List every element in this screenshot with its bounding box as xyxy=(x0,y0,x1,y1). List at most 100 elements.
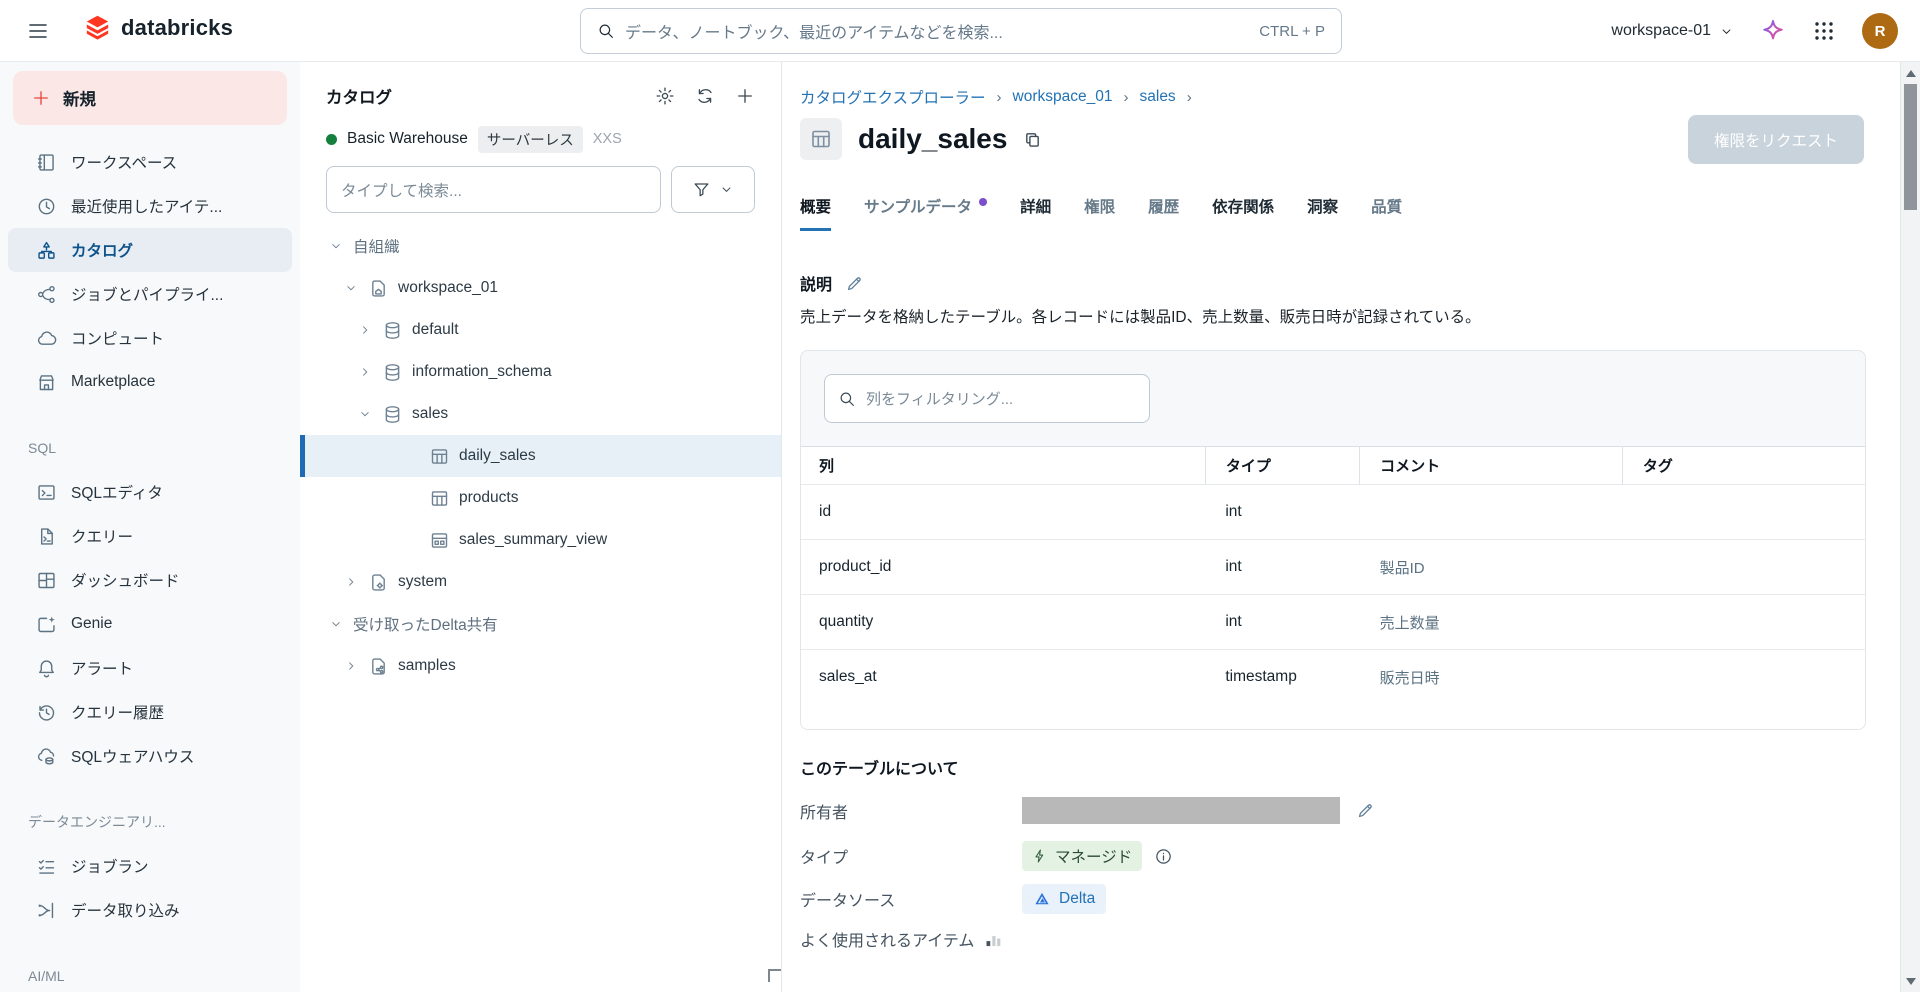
table-row-sales_at[interactable]: sales_at timestamp 販売日時 xyxy=(801,649,1865,705)
tab-概要[interactable]: 概要 xyxy=(800,195,832,231)
tab-履歴[interactable]: 履歴 xyxy=(1148,195,1179,231)
assistant-sparkle-icon[interactable] xyxy=(1760,18,1786,44)
chevron-right-icon[interactable] xyxy=(357,323,373,337)
owner-row: 所有者 xyxy=(800,797,1375,824)
chevron-down-icon[interactable] xyxy=(328,239,344,253)
chevron-right-icon[interactable] xyxy=(343,659,359,673)
serverless-badge: サーバーレス xyxy=(477,125,583,153)
tree-item-products[interactable]: products xyxy=(300,477,781,519)
datasource-row: データソース Delta xyxy=(800,884,1107,914)
chevron-down-icon[interactable] xyxy=(343,281,359,295)
view-icon xyxy=(429,530,450,551)
bell-icon xyxy=(36,658,57,679)
delta-badge[interactable]: Delta xyxy=(1022,884,1107,914)
copy-icon[interactable] xyxy=(1022,129,1043,150)
global-search-input[interactable]: データ、ノートブック、最近のアイテムなどを検索... CTRL + P xyxy=(580,8,1342,54)
pencil-icon[interactable] xyxy=(845,274,864,293)
tree-item-information_schema[interactable]: information_schema xyxy=(300,351,781,393)
tab-権限[interactable]: 権限 xyxy=(1084,195,1115,231)
sidebar-item-warehouse[interactable]: SQLウェアハウス xyxy=(8,734,292,778)
sidebar-item-genie[interactable]: Genie xyxy=(8,602,292,646)
sidebar-item-sql-editor[interactable]: SQLエディタ xyxy=(8,470,292,514)
tree-search-input[interactable]: タイプして検索... xyxy=(326,166,661,213)
gear-icon[interactable] xyxy=(655,86,675,106)
panel-resize-handle[interactable] xyxy=(768,969,781,982)
cell-tags xyxy=(1622,539,1865,595)
schema-icon xyxy=(382,320,403,341)
column-header-2: コメント xyxy=(1359,446,1623,485)
tree-item------Delta--[interactable]: 受け取ったDelta共有 xyxy=(300,603,781,645)
tab-依存関係[interactable]: 依存関係 xyxy=(1212,195,1274,231)
sidebar-item-history[interactable]: クエリー履歴 xyxy=(8,690,292,734)
table-row-id[interactable]: id int xyxy=(801,484,1865,540)
sidebar-item-label: クエリー履歴 xyxy=(71,705,165,722)
sidebar-section-3: AI/ML xyxy=(28,968,65,984)
table-row-product_id[interactable]: product_id int 製品ID xyxy=(801,539,1865,595)
app-grid-icon[interactable] xyxy=(1812,19,1836,43)
workspace-switcher[interactable]: workspace-01 xyxy=(1611,22,1734,40)
tree-item-system[interactable]: system xyxy=(300,561,781,603)
dashboard-icon xyxy=(36,570,57,591)
scroll-up-arrow[interactable] xyxy=(1901,64,1920,82)
sidebar-item-store[interactable]: Marketplace xyxy=(8,360,292,404)
tree-item-label: products xyxy=(459,489,519,506)
tree-item-samples[interactable]: samples xyxy=(300,645,781,687)
search-shortcut: CTRL + P xyxy=(1259,22,1325,40)
tab-サンプルデータ[interactable]: サンプルデータ xyxy=(864,195,988,231)
sidebar-nav-list: ワークスペース 最近使用したアイテ... カタログ ジョブとパイプライ... コンピュー… xyxy=(0,125,300,998)
about-table-title: このテーブルについて xyxy=(800,761,959,778)
databricks-logo[interactable]: databricks xyxy=(84,14,233,41)
chevron-right-icon[interactable] xyxy=(343,575,359,589)
sidebar-item-checklist[interactable]: ジョブラン xyxy=(8,844,292,888)
chevron-down-icon[interactable] xyxy=(328,617,344,631)
tab-品質[interactable]: 品質 xyxy=(1371,195,1402,231)
sidebar-item-bell[interactable]: アラート xyxy=(8,646,292,690)
scrollbar-thumb[interactable] xyxy=(1904,84,1917,210)
plus-icon[interactable] xyxy=(735,86,755,106)
tree-item-workspace_01[interactable]: workspace_01 xyxy=(300,267,781,309)
store-icon xyxy=(36,372,57,393)
tree-item-default[interactable]: default xyxy=(300,309,781,351)
sidebar-item-catalog[interactable]: カタログ xyxy=(8,228,292,272)
refresh-icon[interactable] xyxy=(695,86,715,106)
sidebar-item-pipelines[interactable]: ジョブとパイプライ... xyxy=(8,272,292,316)
sidebar-item-workspace[interactable]: ワークスペース xyxy=(8,140,292,184)
sidebar-item-query-file[interactable]: クエリー xyxy=(8,514,292,558)
pencil-icon[interactable] xyxy=(1356,801,1375,820)
chevron-down-icon[interactable] xyxy=(357,407,373,421)
request-permission-button[interactable]: 権限をリクエスト xyxy=(1687,115,1864,164)
column-filter-input[interactable]: 列をフィルタリング... xyxy=(824,374,1150,423)
breadcrumb-link-0[interactable]: カタログエクスプローラー xyxy=(800,86,986,108)
vertical-scrollbar[interactable] xyxy=(1900,62,1920,992)
sidebar-item-ingest[interactable]: データ取り込み xyxy=(8,888,292,932)
tree-item-sales_summary_view[interactable]: sales_summary_view xyxy=(300,519,781,561)
tree-filter-button[interactable] xyxy=(671,166,755,213)
table-icon xyxy=(429,488,450,509)
warehouse-row[interactable]: Basic Warehouse サーバーレス XXS xyxy=(300,125,781,153)
cell-name: product_id xyxy=(801,539,1206,595)
tree-item-sales[interactable]: sales xyxy=(300,393,781,435)
sidebar-item-clock[interactable]: 最近使用したアイテ... xyxy=(8,184,292,228)
breadcrumb-link-2[interactable]: sales xyxy=(1140,88,1176,106)
page-title: daily_sales xyxy=(858,123,1008,154)
info-icon[interactable] xyxy=(1154,847,1173,866)
table-row-quantity[interactable]: quantity int 売上数量 xyxy=(801,594,1865,650)
tree-item----[interactable]: 自組織 xyxy=(300,225,781,267)
warehouse-icon xyxy=(36,746,57,767)
chevron-right-icon[interactable] xyxy=(357,365,373,379)
new-button[interactable]: 新規 xyxy=(13,71,287,125)
sidebar-section-1: SQL xyxy=(28,440,57,456)
genie-icon xyxy=(36,614,57,635)
user-avatar[interactable]: R xyxy=(1862,13,1898,49)
chevron-down-icon xyxy=(1719,24,1734,39)
sidebar-item-cloud[interactable]: コンピュート xyxy=(8,316,292,360)
breadcrumb-link-1[interactable]: workspace_01 xyxy=(1013,88,1113,106)
cell-comment: 売上数量 xyxy=(1359,594,1623,650)
tab-詳細[interactable]: 詳細 xyxy=(1020,195,1051,231)
tree-item-daily_sales[interactable]: daily_sales xyxy=(300,435,781,477)
hamburger-menu-icon[interactable] xyxy=(26,19,50,43)
sidebar-item-dashboard[interactable]: ダッシュボード xyxy=(8,558,292,602)
scroll-down-arrow[interactable] xyxy=(1901,972,1920,990)
history-icon xyxy=(36,702,57,723)
tab-洞察[interactable]: 洞察 xyxy=(1307,195,1338,231)
